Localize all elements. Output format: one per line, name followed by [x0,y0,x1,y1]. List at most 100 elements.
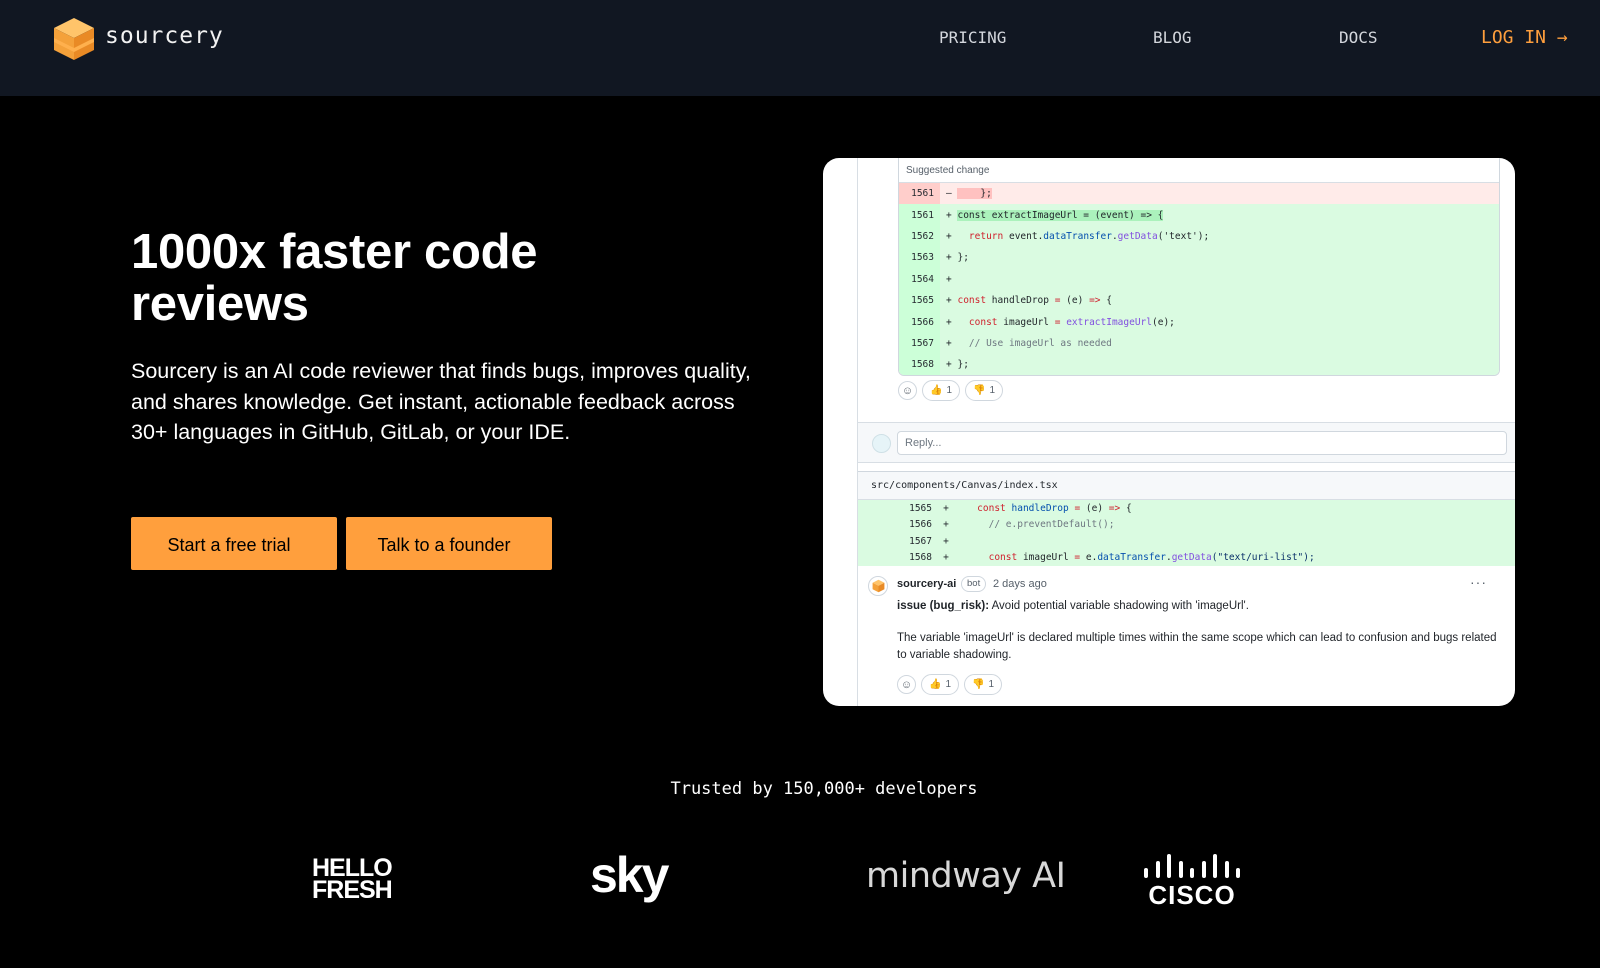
comment-issue: issue (bug_risk): Avoid potential variab… [897,600,1249,612]
add-reaction-icon[interactable]: ☺ [897,675,916,694]
line-number: 1565 [909,502,932,514]
code-token: return [968,230,1004,242]
thumbs-down-reaction[interactable]: 👎 1 [965,380,1004,401]
code-token: const [968,316,998,328]
diff-row: 1567 + // Use imageUrl as needed [899,332,1499,355]
talk-to-founder-button[interactable]: Talk to a founder [346,517,552,570]
brand-name: sourcery [105,23,224,49]
reaction-count: 1 [988,679,995,690]
code-token: dataTransfer [1043,230,1112,242]
suggestion-reactions: ☺ 👍 1 👎 1 [898,380,1004,401]
nav-link-pricing[interactable]: PRICING [939,28,1006,47]
code-token: (e) [1060,295,1090,307]
code-token: e. [1080,552,1098,564]
file-path[interactable]: src/components/Canvas/index.tsx [858,472,1515,500]
diff-row: 1563 + }; [899,247,1499,269]
diff-row: 1566 + const imageUrl = extractImageUrl(… [899,311,1499,333]
sky-logo: sky [590,847,669,903]
code-token: (e); [1152,316,1175,328]
line-number: 1561 [899,183,940,205]
code-text: const handleDrop = (e) => { [960,503,1132,514]
reply-bar [858,422,1515,463]
diff-row: 1562 + return event.dataTransfer.getData… [899,225,1499,248]
comment-author[interactable]: sourcery-ai [897,578,956,590]
thumbs-up-reaction[interactable]: 👍 1 [921,674,960,695]
code-text: }; [957,252,969,264]
code-token: handleDrop [986,295,1055,307]
diff-sign: + [946,359,952,371]
bot-badge: bot [961,576,987,592]
line-number: 1565 [899,289,940,312]
thumbs-down-reaction[interactable]: 👎 1 [964,674,1003,695]
code-token: (e) [1080,502,1109,514]
trusted-heading: Trusted by 150,000+ developers [670,779,978,799]
code-token: imageUrl [997,316,1055,328]
diff-row: 1568 + const imageUrl = e.dataTransfer.g… [858,549,1515,566]
line-number: 1566 [899,311,940,333]
file-diff: src/components/Canvas/index.tsx 1565 + c… [858,471,1515,566]
diff-row: 1565 + const handleDrop = (e) => { [899,289,1499,312]
user-avatar [872,434,891,453]
code-text: const extractImageUrl = (event) => { [957,209,1164,221]
diff-row: 1568 + }; [899,354,1499,375]
code-token: const [988,552,1018,564]
diff-sign: + [946,252,952,264]
code-token: dataTransfer [1097,552,1166,564]
diff-row: 1565 + const handleDrop = (e) => { [858,500,1515,517]
thumbs-down-icon: 👎 [972,679,985,690]
line-number: 1561 [899,204,940,226]
line-number: 1567 [899,332,940,355]
line-number: 1564 [899,268,940,290]
code-review-preview: Suggested change 1561 – }; 1561 + const … [823,158,1515,706]
hero-title: 1000x faster code reviews [131,225,538,331]
code-text: }; [957,188,992,200]
login-link[interactable]: LOG IN → [1481,27,1568,48]
diff-row: 1564 + [899,268,1499,290]
nav-link-blog[interactable]: BLOG [1153,28,1192,47]
top-nav: sourcery PRICING BLOG DOCS LOG IN → [0,0,1600,96]
diff-sign: + [943,502,949,514]
diff-sign: + [943,535,949,547]
logo-text: FRESH [312,876,393,904]
code-token: { [1100,295,1112,307]
diff-sign: + [946,295,952,307]
code-text: const imageUrl = extractImageUrl(e); [957,316,1175,328]
start-free-trial-button[interactable]: Start a free trial [131,517,337,570]
diff-sign: – [946,188,952,200]
diff-row: 1567 + [858,533,1515,550]
code-text: // Use imageUrl as needed [957,337,1112,349]
code-token: imageUrl [1017,552,1075,564]
line-number: 1566 [909,519,932,531]
diff-sign: + [943,552,949,564]
comment-timestamp[interactable]: 2 days ago [993,578,1047,590]
sourcery-logo[interactable]: sourcery [52,16,224,62]
nav-link-docs[interactable]: DOCS [1339,28,1378,47]
code-text: const handleDrop = (e) => { [957,295,1112,306]
add-reaction-icon[interactable]: ☺ [898,381,917,400]
diff-sign: + [943,519,949,531]
reply-input[interactable] [897,431,1507,455]
code-text: return event.dataTransfer.getData('text'… [957,231,1209,242]
line-number: 1568 [899,354,940,375]
thumbs-up-icon: 👍 [929,679,942,690]
code-token: ("text/uri-list"); [1211,552,1315,564]
diff-sign: + [946,230,952,242]
more-options-icon[interactable]: ··· [1470,574,1487,590]
cisco-bars-icon [1144,854,1240,878]
sourcery-cube-icon [872,579,884,593]
line-number: 1562 [899,225,940,248]
sourcery-cube-icon [54,18,94,60]
code-token: ('text'); [1157,230,1210,242]
code-token: handleDrop [1011,502,1069,514]
diff-sign: + [946,209,952,221]
cisco-logo: CISCO [1144,854,1240,908]
diff-sign: + [946,316,952,328]
diff-row: 1566 + // e.preventDefault(); [858,516,1515,533]
code-token: event. [1003,230,1044,242]
code-token: getData [1171,552,1212,564]
line-number: 1563 [899,247,940,269]
thumbs-up-reaction[interactable]: 👍 1 [922,380,961,401]
thumbs-down-icon: 👎 [973,385,986,396]
